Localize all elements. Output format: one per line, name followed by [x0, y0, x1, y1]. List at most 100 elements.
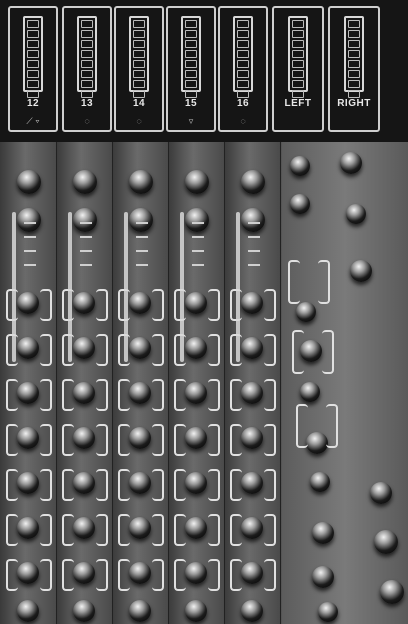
scale-tick	[192, 264, 204, 266]
bracket-marking	[62, 469, 74, 501]
channel-knob[interactable]	[73, 337, 95, 359]
scale-tick	[80, 264, 92, 266]
channel-knob[interactable]	[185, 427, 207, 449]
channel-knob[interactable]	[17, 382, 39, 404]
channel-knob[interactable]	[73, 427, 95, 449]
channel-knob[interactable]	[17, 600, 39, 622]
master-knob[interactable]	[380, 580, 404, 604]
channel-knob[interactable]	[185, 208, 209, 232]
master-knob[interactable]	[318, 602, 338, 622]
master-knob[interactable]	[350, 260, 372, 282]
channel-knob[interactable]	[129, 292, 151, 314]
fader-slot	[124, 212, 128, 362]
channel-knob[interactable]	[185, 472, 207, 494]
bracket-marking	[152, 469, 164, 501]
bracket-marking	[230, 379, 242, 411]
master-knob[interactable]	[296, 302, 316, 322]
mixing-console-photo: 12 ⟋ ▿ 13 ◌ 14 ◌ 15 ▿ 16 ◌ LEFT RIGHT	[0, 0, 408, 624]
channel-knob[interactable]	[129, 600, 151, 622]
bracket-marking	[208, 514, 220, 546]
channel-knob[interactable]	[241, 292, 263, 314]
scale-tick	[192, 250, 204, 252]
channel-knob[interactable]	[129, 427, 151, 449]
channel-knob[interactable]	[241, 517, 263, 539]
scale-tick	[192, 236, 204, 238]
master-knob[interactable]	[290, 194, 310, 214]
meter-bridge: 12 ⟋ ▿ 13 ◌ 14 ◌ 15 ▿ 16 ◌ LEFT RIGHT	[0, 0, 408, 142]
channel-knob[interactable]	[185, 292, 207, 314]
bracket-marking	[296, 404, 308, 448]
bracket-marking	[174, 379, 186, 411]
master-knob[interactable]	[300, 382, 320, 402]
bracket-marking	[96, 424, 108, 456]
channel-knob[interactable]	[129, 472, 151, 494]
bracket-marking	[152, 514, 164, 546]
bracket-marking	[62, 379, 74, 411]
channel-knob[interactable]	[73, 292, 95, 314]
channel-knob[interactable]	[241, 427, 263, 449]
channel-knob[interactable]	[73, 170, 97, 194]
channel-knob[interactable]	[73, 382, 95, 404]
channel-knob[interactable]	[185, 170, 209, 194]
channel-knob[interactable]	[241, 382, 263, 404]
bracket-marking	[264, 334, 276, 366]
bracket-marking	[62, 514, 74, 546]
bracket-marking	[6, 559, 18, 591]
channel-knob[interactable]	[129, 170, 153, 194]
scale-tick	[248, 236, 260, 238]
meter-channel-14: 14 ◌	[114, 6, 164, 132]
channel-knob[interactable]	[185, 382, 207, 404]
channel-knob[interactable]	[17, 208, 41, 232]
channel-knob[interactable]	[17, 170, 41, 194]
channel-knob[interactable]	[17, 427, 39, 449]
master-knob[interactable]	[370, 482, 392, 504]
channel-knob[interactable]	[17, 337, 39, 359]
channel-knob[interactable]	[241, 208, 265, 232]
channel-knob[interactable]	[129, 382, 151, 404]
bracket-marking	[96, 559, 108, 591]
master-knob[interactable]	[346, 204, 366, 224]
master-knob[interactable]	[340, 152, 362, 174]
channel-knob[interactable]	[17, 472, 39, 494]
master-knob[interactable]	[312, 522, 334, 544]
master-knob[interactable]	[374, 530, 398, 554]
bracket-marking	[6, 424, 18, 456]
led-ladder	[344, 16, 364, 98]
channel-knob[interactable]	[129, 208, 153, 232]
bracket-marking	[62, 559, 74, 591]
channel-knob[interactable]	[185, 337, 207, 359]
meter-label: 14	[132, 98, 146, 109]
channel-knob[interactable]	[17, 517, 39, 539]
channel-knob[interactable]	[241, 562, 263, 584]
channel-knob[interactable]	[73, 562, 95, 584]
channel-knob[interactable]	[241, 337, 263, 359]
bracket-marking	[40, 379, 52, 411]
master-knob[interactable]	[312, 566, 334, 588]
bracket-marking	[40, 469, 52, 501]
scale-tick	[24, 236, 36, 238]
channel-knob[interactable]	[73, 600, 95, 622]
bracket-marking	[40, 559, 52, 591]
channel-knob[interactable]	[185, 517, 207, 539]
bracket-marking	[118, 379, 130, 411]
bracket-marking	[152, 424, 164, 456]
channel-knob[interactable]	[185, 600, 207, 622]
channel-knob[interactable]	[73, 208, 97, 232]
master-knob[interactable]	[310, 472, 330, 492]
master-knob[interactable]	[306, 432, 328, 454]
channel-knob[interactable]	[129, 517, 151, 539]
channel-knob[interactable]	[17, 292, 39, 314]
channel-knob[interactable]	[241, 170, 265, 194]
channel-knob[interactable]	[241, 472, 263, 494]
channel-knob[interactable]	[185, 562, 207, 584]
channel-knob[interactable]	[241, 600, 263, 622]
channel-knob[interactable]	[129, 562, 151, 584]
channel-knob[interactable]	[129, 337, 151, 359]
meter-label: 16	[236, 98, 250, 109]
master-knob[interactable]	[290, 156, 310, 176]
bracket-marking	[264, 514, 276, 546]
channel-knob[interactable]	[17, 562, 39, 584]
channel-knob[interactable]	[73, 517, 95, 539]
scale-tick	[248, 264, 260, 266]
channel-knob[interactable]	[73, 472, 95, 494]
